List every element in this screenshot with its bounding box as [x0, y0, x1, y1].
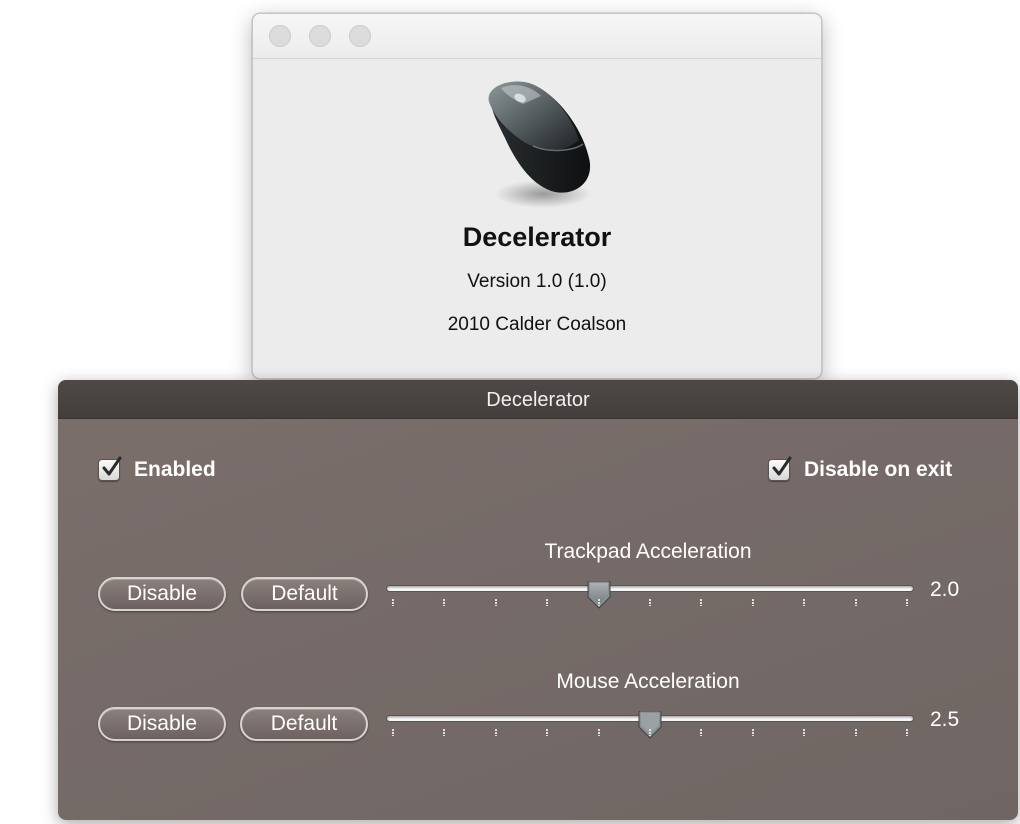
app-copyright: 2010 Calder Coalson	[447, 314, 627, 335]
checkmark-icon	[102, 456, 122, 476]
slider-tick	[597, 729, 600, 736]
minimize-button[interactable]	[309, 25, 331, 47]
checkmark-icon	[772, 456, 792, 476]
slider-track[interactable]	[386, 585, 914, 592]
slider-tick	[854, 599, 857, 606]
slider-tick	[649, 729, 651, 736]
trackpad-acceleration-slider[interactable]	[386, 580, 914, 621]
slider-tick	[546, 599, 549, 606]
slider-tick	[803, 729, 806, 736]
close-button[interactable]	[269, 25, 291, 47]
slider-tick	[700, 599, 703, 606]
panel-titlebar[interactable]: Decelerator	[58, 380, 1018, 419]
enabled-checkbox[interactable]	[98, 456, 122, 481]
mouse-acceleration-title: Mouse Acceleration	[556, 670, 740, 693]
slider-tick	[751, 599, 754, 606]
slider-tick	[751, 729, 754, 736]
slider-tick	[392, 599, 394, 606]
about-titlebar[interactable]	[253, 14, 821, 59]
slider-tick	[906, 729, 908, 736]
trackpad-disable-button[interactable]: Disable	[98, 577, 226, 611]
slider-tick	[494, 599, 497, 606]
slider-tick	[443, 599, 446, 606]
disable-on-exit-checkbox[interactable]	[768, 456, 792, 481]
slider-tick	[649, 599, 651, 606]
slider-tick	[906, 599, 908, 606]
enabled-checkbox-row[interactable]: Enabled	[98, 456, 216, 482]
slider-tick	[854, 729, 857, 736]
app-name: Decelerator	[462, 222, 612, 252]
slider-tick	[700, 729, 703, 736]
enabled-label: Enabled	[134, 458, 216, 481]
slider-tick	[494, 729, 497, 736]
trackpad-default-button[interactable]: Default	[241, 577, 368, 611]
slider-tick	[597, 599, 600, 606]
slider-tick	[803, 599, 806, 606]
disable-on-exit-checkbox-row[interactable]: Disable on exit	[768, 456, 953, 482]
trackpad-acceleration-title: Trackpad Acceleration	[544, 540, 752, 563]
decelerator-panel: Decelerator Enabled Disable on exit Trac…	[58, 380, 1018, 820]
mouse-disable-button[interactable]: Disable	[98, 707, 226, 741]
mouse-acceleration-value: 2.5	[930, 708, 960, 731]
mouse-acceleration-slider[interactable]	[386, 710, 914, 751]
disable-on-exit-label: Disable on exit	[804, 458, 953, 481]
mouse-default-button[interactable]: Default	[240, 707, 368, 741]
screen: Decelerator Version 1.0 (1.0) 2010 Calde…	[0, 0, 1020, 824]
slider-tick	[392, 729, 394, 736]
slider-tick	[546, 729, 549, 736]
slider-tick	[443, 729, 446, 736]
trackpad-acceleration-value: 2.0	[930, 578, 960, 601]
about-window: Decelerator Version 1.0 (1.0) 2010 Calde…	[252, 13, 822, 379]
panel-title: Decelerator	[486, 389, 590, 411]
zoom-button[interactable]	[349, 25, 371, 47]
mouse-icon	[471, 74, 601, 214]
app-version: Version 1.0 (1.0)	[467, 271, 607, 292]
